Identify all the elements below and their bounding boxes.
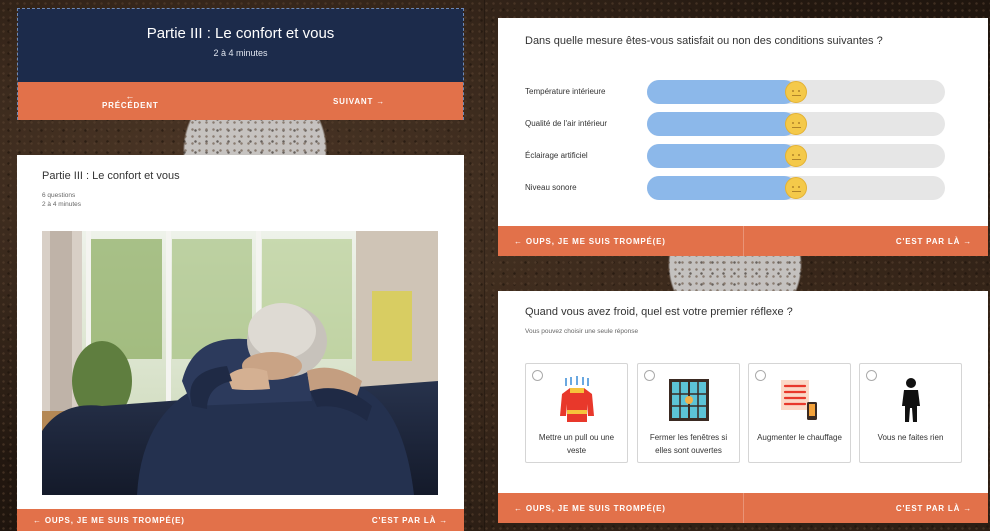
slider-label: Température intérieure [525,87,606,96]
satisfaction-slider[interactable] [647,112,945,136]
neutral-face-icon[interactable] [785,145,807,167]
neutral-face-icon[interactable] [785,113,807,135]
cold-question: Quand vous avez froid, quel est votre pr… [525,306,793,318]
radio-button[interactable] [644,370,655,381]
part-meta: 6 questions 2 à 4 minutes [42,191,81,209]
cold-hint: Vous pouvez choisir une seule réponse [525,328,639,335]
slider-row: Éclairage artificiel [525,144,975,168]
neutral-face-icon[interactable] [785,177,807,199]
option-window[interactable]: Fermer les fenêtres si elles sont ouvert… [637,363,740,463]
slider-row: Qualité de l'air intérieur [525,112,975,136]
part-duration: 2 à 4 minutes [42,201,82,208]
slider-label: Niveau sonore [525,183,577,192]
continue-button[interactable]: C'EST PAR LÀ → [896,237,972,246]
satisfaction-question: Dans quelle mesure êtes-vous satisfait o… [525,35,883,47]
satisfaction-card: Dans quelle mesure êtes-vous satisfait o… [498,18,988,256]
continue-button[interactable]: C'EST PAR LÀ → [896,504,972,513]
neutral-face-icon[interactable] [785,81,807,103]
option-label: Vous ne faites rien [877,433,944,442]
slider-fill [647,80,796,104]
window-icon [669,379,709,421]
column-divider [484,0,485,531]
satisfaction-slider[interactable] [647,80,945,104]
option-nothing[interactable]: Vous ne faites rien [859,363,962,463]
previous-label: PRÉCÉDENT [102,101,159,110]
slider-fill [647,112,796,136]
question-count: 6 questions [42,192,76,199]
section-nav: ← PRÉCÉDENT SUIVANT → [18,82,463,120]
nav-divider [743,493,744,523]
slider-label: Éclairage artificiel [525,151,588,160]
next-button[interactable]: SUIVANT → [333,97,385,106]
sweater-icon [560,376,594,422]
slider-row: Température intérieure [525,80,975,104]
back-button[interactable]: ← OUPS, JE ME SUIS TROMPÉ(E) [514,504,666,513]
section-header: Partie III : Le confort et vous 2 à 4 mi… [18,9,463,82]
nav-divider [743,226,744,256]
radio-button[interactable] [866,370,877,381]
radio-button[interactable] [755,370,766,381]
radiator-icon [781,380,817,420]
satisfaction-slider[interactable] [647,176,945,200]
continue-button[interactable]: C'EST PAR LÀ → [372,516,448,525]
cold-nav: ← OUPS, JE ME SUIS TROMPÉ(E) C'EST PAR L… [498,493,988,523]
back-button[interactable]: ← OUPS, JE ME SUIS TROMPÉ(E) [514,237,666,246]
section-title: Partie III : Le confort et vous [146,25,335,42]
person-icon [902,378,920,422]
part-title: Partie III : Le confort et vous [42,170,180,182]
back-button[interactable]: ← OUPS, JE ME SUIS TROMPÉ(E) [33,516,185,525]
slider-fill [647,144,796,168]
option-label: Mettre un pull ou une veste [538,433,615,455]
radio-button[interactable] [532,370,543,381]
satisfaction-nav: ← OUPS, JE ME SUIS TROMPÉ(E) C'EST PAR L… [498,226,988,256]
section-intro-card: Partie III : Le confort et vous 2 à 4 mi… [17,8,464,120]
option-label: Augmenter le chauffage [757,433,842,442]
slider-label: Qualité de l'air intérieur [525,119,608,128]
previous-button[interactable]: ← PRÉCÉDENT [102,92,159,110]
option-heating[interactable]: Augmenter le chauffage [748,363,851,463]
slider-fill [647,176,796,200]
part-card: Partie III : Le confort et vous 6 questi… [17,155,464,531]
part-nav: ← OUPS, JE ME SUIS TROMPÉ(E) C'EST PAR L… [17,509,464,531]
option-label: Fermer les fenêtres si elles sont ouvert… [649,433,728,455]
section-duration: 2 à 4 minutes [213,48,268,58]
cold-reflex-card: Quand vous avez froid, quel est votre pr… [498,291,988,523]
satisfaction-slider[interactable] [647,144,945,168]
arrow-left-icon: ← [125,91,136,101]
man-relaxing-photo [42,231,438,495]
option-sweater[interactable]: Mettre un pull ou une veste [525,363,628,463]
slider-row: Niveau sonore [525,176,975,200]
